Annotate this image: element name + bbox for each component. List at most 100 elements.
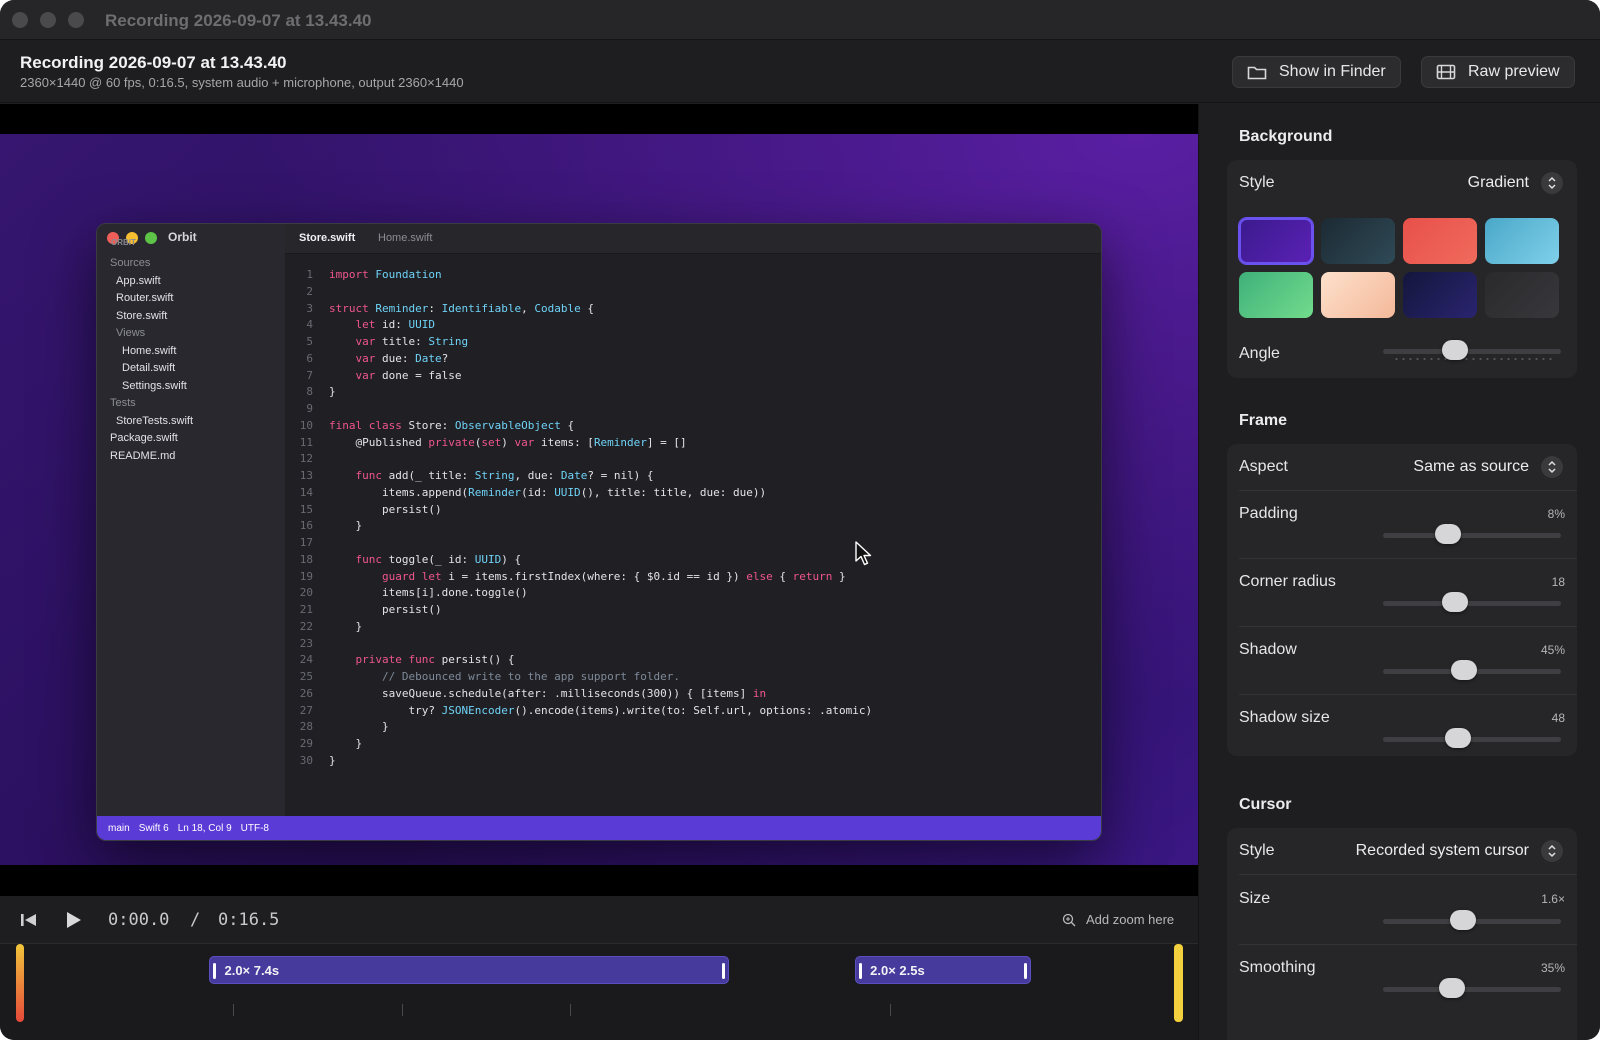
- swatch-purple[interactable]: [1239, 218, 1313, 264]
- corner-radius-slider-knob[interactable]: [1442, 592, 1469, 612]
- line-number: 21: [299, 603, 313, 616]
- cursor-card: Style Recorded system cursor Size 1.6× S…: [1227, 828, 1577, 1040]
- recording-title: Recording 2026-09-07 at 13.43.40: [20, 53, 287, 72]
- code-text: saveQueue.schedule(after: .milliseconds(…: [329, 686, 767, 700]
- angle-slider-ticks: [1393, 358, 1553, 360]
- add-zoom-label: Add zoom here: [1086, 912, 1175, 927]
- code-text: func toggle(_ id: UUID) {: [355, 552, 522, 566]
- line-number: 30: [299, 753, 313, 767]
- swatch-peach[interactable]: [1321, 272, 1395, 318]
- segment-end-handle[interactable]: [721, 963, 725, 979]
- padding-value: 8%: [1547, 507, 1565, 521]
- swatch-slate[interactable]: [1321, 218, 1395, 264]
- timeline[interactable]: 2.0× 7.4s 2.0× 2.5s: [0, 944, 1198, 1040]
- editor-app-name: Orbit: [168, 230, 197, 244]
- line-number: 19: [299, 569, 313, 583]
- recording-meta: 2360×1440 @ 60 fps, 0:16.5, system audio…: [20, 75, 464, 90]
- cursor-size-slider-knob[interactable]: [1449, 910, 1476, 930]
- shadow-size-slider-knob[interactable]: [1445, 728, 1472, 748]
- close-window-button[interactable]: [12, 12, 28, 28]
- zoom-segment[interactable]: 2.0× 2.5s: [855, 956, 1031, 984]
- aspect-value: Same as source: [1413, 458, 1529, 475]
- current-time: 0:00.0: [108, 910, 170, 930]
- code-line: 13 func add(_ title: String, due: Date? …: [285, 467, 1101, 484]
- cursor-style-select[interactable]: Recorded system cursor: [1356, 840, 1563, 862]
- line-number: 5: [306, 335, 313, 348]
- padding-slider[interactable]: [1383, 524, 1561, 548]
- smoothing-slider[interactable]: [1383, 978, 1561, 1002]
- cursor-size-label: Size: [1239, 890, 1271, 907]
- code-line: 17: [285, 534, 1101, 551]
- line-number: 1: [306, 268, 313, 281]
- status-branch: main: [108, 822, 130, 834]
- cursor-section-title: Cursor: [1239, 796, 1292, 813]
- aspect-label: Aspect: [1239, 458, 1288, 475]
- line-number: 4: [306, 318, 313, 332]
- angle-label: Angle: [1239, 345, 1280, 362]
- segment-end-handle[interactable]: [1023, 963, 1027, 979]
- aspect-select[interactable]: Same as source: [1413, 456, 1563, 478]
- minimize-window-button[interactable]: [40, 12, 56, 28]
- show-in-finder-button[interactable]: Show in Finder: [1232, 56, 1401, 88]
- add-zoom-button[interactable]: Add zoom here: [1062, 912, 1174, 927]
- line-number: 20: [299, 586, 313, 600]
- swatch-graphite[interactable]: [1485, 272, 1559, 318]
- smoothing-slider-knob[interactable]: [1439, 978, 1466, 998]
- swatch-sky[interactable]: [1485, 218, 1559, 264]
- cursor-style-value: Recorded system cursor: [1355, 842, 1529, 859]
- code-text: import Foundation: [329, 268, 442, 281]
- code-text: items.append(Reminder(id: UUID(), title:…: [329, 485, 767, 499]
- angle-slider[interactable]: [1383, 340, 1561, 364]
- background-section-title: Background: [1239, 128, 1333, 145]
- cursor-style-label: Style: [1239, 842, 1275, 859]
- swatch-midnight[interactable]: [1403, 272, 1477, 318]
- preview-stage[interactable]: ORBIT Orbit Sources App.swift Router.swift…: [0, 104, 1198, 896]
- line-number: 13: [299, 469, 313, 482]
- swatch-coral[interactable]: [1403, 218, 1477, 264]
- shadow-slider-knob[interactable]: [1451, 660, 1478, 680]
- zoom-window-button[interactable]: [68, 12, 84, 28]
- code-line: 9: [285, 400, 1101, 417]
- code-text: try? JSONEncoder().encode(items).write(t…: [329, 703, 873, 717]
- code-editor: 1 import Foundation 2 3 struct Reminder: Ide…: [285, 254, 1101, 818]
- shadow-size-value: 48: [1551, 711, 1565, 725]
- code-text: persist(): [329, 502, 442, 516]
- background-style-select[interactable]: Gradient: [1468, 172, 1563, 194]
- timeline-tick: [570, 1004, 571, 1016]
- line-number: 11: [299, 435, 313, 449]
- tree-file: Package.swift: [110, 432, 178, 444]
- divider: [1239, 874, 1577, 875]
- cursor-size-slider[interactable]: [1383, 910, 1561, 934]
- line-number: 15: [299, 502, 313, 516]
- file-navigator: ORBIT Orbit Sources App.swift Router.swift…: [97, 224, 285, 818]
- chevron-updown-icon: [1541, 172, 1563, 194]
- timeline-end-handle[interactable]: [1174, 944, 1183, 1022]
- recorded-editor-window: ORBIT Orbit Sources App.swift Router.swift…: [96, 223, 1102, 841]
- code-line: 30}: [285, 752, 1101, 769]
- segment-start-handle[interactable]: [213, 963, 217, 979]
- tree-file: Settings.swift: [122, 379, 187, 392]
- app-window: Recording 2026-09-07 at 13.43.40 Recordi…: [0, 0, 1600, 1040]
- zoom-segment[interactable]: 2.0× 7.4s: [209, 956, 729, 984]
- playhead-handle[interactable]: [16, 944, 24, 1022]
- line-number: 23: [299, 636, 313, 650]
- play-icon[interactable]: [66, 911, 82, 929]
- shadow-size-slider[interactable]: [1383, 728, 1561, 752]
- code-line: 3 struct Reminder: Identifiable, Codable …: [285, 300, 1101, 317]
- swatch-mint[interactable]: [1239, 272, 1313, 318]
- corner-radius-slider[interactable]: [1383, 592, 1561, 616]
- folder-icon: [1247, 66, 1267, 80]
- background-style-label: Style: [1239, 174, 1275, 191]
- window-title: Recording 2026-09-07 at 13.43.40: [105, 11, 372, 30]
- chevron-updown-icon: [1541, 840, 1563, 862]
- skip-to-start-icon[interactable]: [20, 912, 38, 928]
- segment-start-handle[interactable]: [859, 963, 863, 979]
- raw-preview-button[interactable]: Raw preview: [1421, 56, 1575, 88]
- shadow-slider[interactable]: [1383, 660, 1561, 684]
- padding-slider-knob[interactable]: [1434, 524, 1461, 544]
- tree-file: Home.swift: [122, 344, 177, 357]
- code-line: 12: [285, 450, 1101, 467]
- angle-slider-knob[interactable]: [1442, 340, 1469, 360]
- divider: [1239, 626, 1577, 627]
- zoom-segment-label: 2.0× 2.5s: [870, 962, 925, 978]
